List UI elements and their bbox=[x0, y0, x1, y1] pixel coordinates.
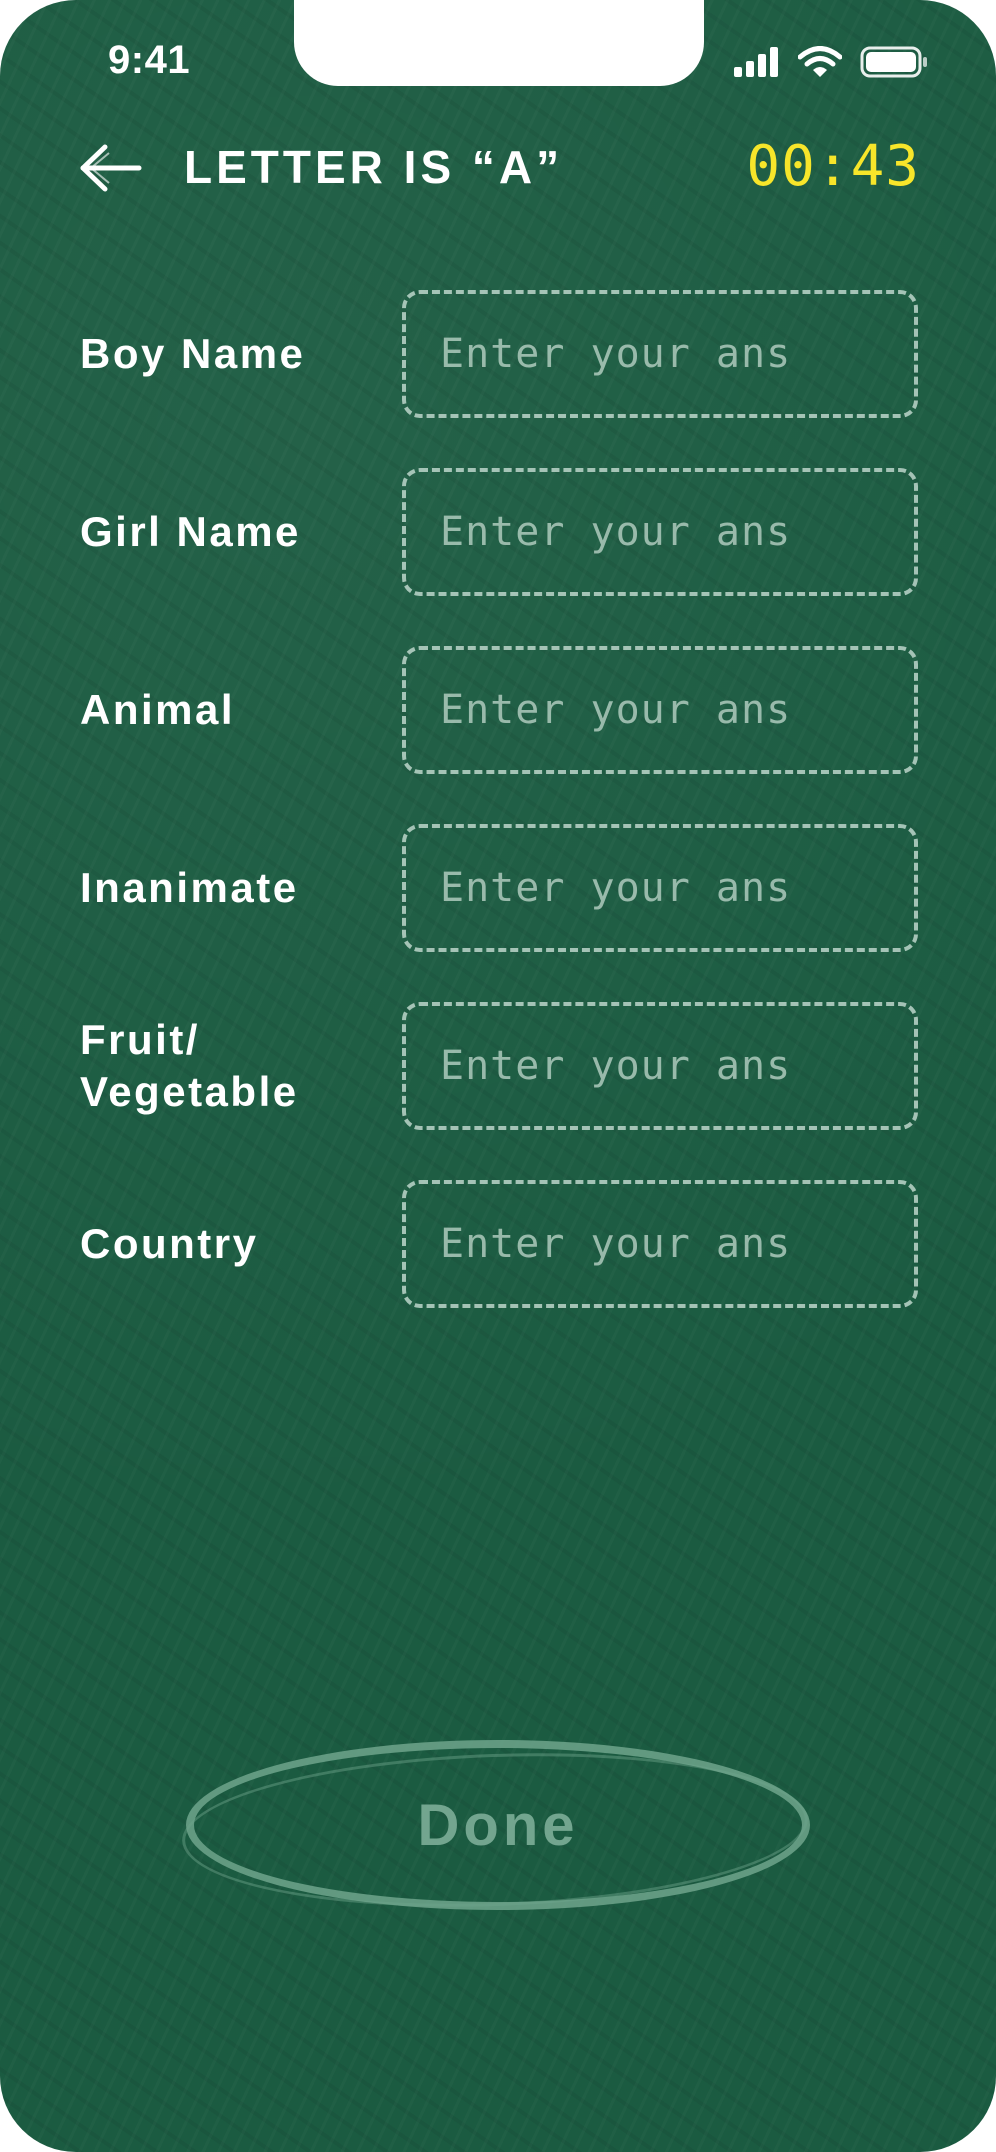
boy-name-label: Boy Name bbox=[80, 330, 306, 377]
battery-icon bbox=[860, 46, 928, 83]
chalkboard-screen: 9:41 LETTER IS “A” 00:43 Boy Name Enter … bbox=[0, 0, 996, 2152]
form-row-girl-name: Girl Name bbox=[0, 468, 996, 596]
fruit-vegetable-input[interactable] bbox=[402, 1002, 918, 1130]
inanimate-label: Inanimate bbox=[80, 864, 299, 911]
signal-icon bbox=[734, 46, 780, 82]
animal-input[interactable] bbox=[402, 646, 918, 774]
device-notch bbox=[294, 0, 704, 86]
fruit-vegetable-label: Fruit/ Vegetable bbox=[80, 1016, 299, 1115]
status-bar-time: 9:41 bbox=[108, 38, 191, 82]
status-bar-icons bbox=[734, 44, 928, 84]
girl-name-input[interactable] bbox=[402, 468, 918, 596]
game-header: LETTER IS “A” 00:43 bbox=[0, 130, 996, 210]
form-row-country: Country bbox=[0, 1180, 996, 1308]
done-button[interactable]: Done bbox=[186, 1740, 810, 1910]
animal-label: Animal bbox=[80, 686, 236, 733]
country-input[interactable] bbox=[402, 1180, 918, 1308]
back-button[interactable] bbox=[74, 138, 148, 202]
country-label: Country bbox=[80, 1220, 259, 1267]
form-row-fruit-vegetable: Fruit/ Vegetable bbox=[0, 1002, 996, 1130]
back-arrow-icon bbox=[79, 143, 143, 198]
wifi-icon bbox=[797, 45, 843, 83]
inanimate-input[interactable] bbox=[402, 824, 918, 952]
countdown-timer: 00:43 bbox=[746, 134, 920, 199]
boy-name-input[interactable] bbox=[402, 290, 918, 418]
form-row-boy-name: Boy Name bbox=[0, 290, 996, 418]
done-button-label: Done bbox=[417, 1792, 579, 1858]
girl-name-label: Girl Name bbox=[80, 508, 301, 555]
form-row-inanimate: Inanimate bbox=[0, 824, 996, 952]
form-row-animal: Animal bbox=[0, 646, 996, 774]
page-title: LETTER IS “A” bbox=[184, 141, 564, 193]
